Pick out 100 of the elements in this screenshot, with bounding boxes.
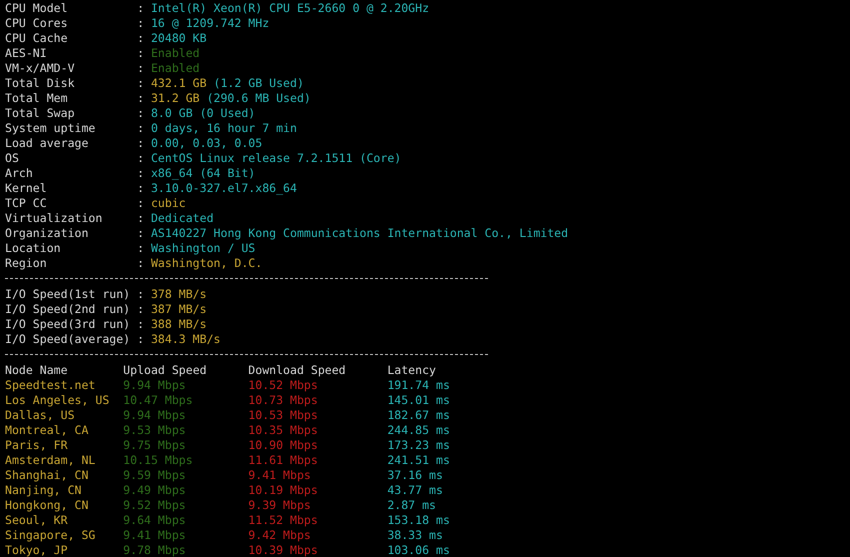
info-label: Location xyxy=(5,241,62,256)
io-value: 378 MB/s xyxy=(150,287,207,302)
info-value: Intel(R) Xeon(R) CPU E5-2660 0 @ 2.20GHz xyxy=(150,1,430,16)
colon: : xyxy=(137,302,146,317)
colon: : xyxy=(137,151,146,166)
info-label: TCP CC xyxy=(5,196,48,211)
table-cell-text: Paris, FR xyxy=(5,438,69,453)
info-label: Virtualization xyxy=(5,211,104,226)
table-cell-text: 10.35 Mbps xyxy=(248,423,319,438)
io-label: I/O Speed(average) xyxy=(5,332,132,347)
table-cell: 173.23 ms xyxy=(387,438,450,453)
colon: : xyxy=(137,287,146,302)
io-value: 388 MB/s xyxy=(150,317,207,332)
table-cell: 145.01 ms xyxy=(387,393,450,408)
table-cell-text: 9.41 Mbps xyxy=(248,468,312,483)
table-cell-text: 9.78 Mbps xyxy=(123,543,187,557)
colon: : xyxy=(137,1,146,16)
colon: : xyxy=(137,91,146,106)
table-cell: 37.16 ms xyxy=(387,468,443,483)
info-value: CentOS Linux release 7.2.1511 (Core) xyxy=(150,151,402,166)
info-value: 31.2 GB xyxy=(150,91,200,106)
table-cell-text: 9.41 Mbps xyxy=(123,528,187,543)
table-cell-text: 10.47 Mbps xyxy=(123,393,194,408)
io-value: 387 MB/s xyxy=(150,302,207,317)
table-cell: 43.77 ms xyxy=(387,483,443,498)
table-cell-text: 11.52 Mbps xyxy=(248,513,319,528)
io-value: 384.3 MB/s xyxy=(150,332,220,347)
table-cell-text: 10.73 Mbps xyxy=(248,393,319,408)
table-cell-text: Singapore, SG xyxy=(5,528,96,543)
info-value: AS140227 Hong Kong Communications International Co., Limited xyxy=(150,226,568,241)
info-value: (290.6 MB Used) xyxy=(206,91,311,106)
colon: : xyxy=(137,332,146,347)
colon: : xyxy=(137,16,146,31)
table-cell: 153.18 ms xyxy=(387,513,450,528)
info-label: Total Mem xyxy=(5,91,69,106)
io-label: I/O Speed(1st run) xyxy=(5,287,132,302)
info-value: 16 @ 1209.742 MHz xyxy=(150,16,270,31)
info-label: Kernel xyxy=(5,181,48,196)
info-value: x86_64 (64 Bit) xyxy=(150,166,256,181)
info-label: CPU Cores xyxy=(5,16,69,31)
info-label: Region xyxy=(5,256,48,271)
info-label: Total Swap xyxy=(5,106,76,121)
table-cell: 2.87 ms xyxy=(387,498,436,513)
info-label: VM-x/AMD-V xyxy=(5,61,76,76)
table-cell-text: 9.94 Mbps xyxy=(123,378,187,393)
table-cell-text: Seoul, KR xyxy=(5,513,69,528)
info-label: Total Disk xyxy=(5,76,76,91)
table-cell-text: 9.94 Mbps xyxy=(123,408,187,423)
colon: : xyxy=(137,256,146,271)
info-value: 3.10.0-327.el7.x86_64 xyxy=(150,181,297,196)
colon: : xyxy=(137,121,146,136)
info-value: Enabled xyxy=(150,61,200,76)
table-cell: 182.67 ms xyxy=(387,408,450,423)
column-header: Node Name xyxy=(5,363,69,378)
table-cell-text: 10.52 Mbps xyxy=(248,378,319,393)
table-cell-text: 9.75 Mbps xyxy=(123,438,187,453)
colon: : xyxy=(137,106,146,121)
table-cell-text: 11.61 Mbps xyxy=(248,453,319,468)
table-cell-text: 10.15 Mbps xyxy=(123,453,194,468)
column-header: Download Speed xyxy=(248,363,347,378)
info-value: (1.2 GB Used) xyxy=(214,76,304,91)
info-value: 0 days, 16 hour 7 min xyxy=(150,121,297,136)
colon: : xyxy=(137,241,146,256)
table-cell-text: Montreal, CA xyxy=(5,423,90,438)
table-cell-text: Dallas, US xyxy=(5,408,76,423)
colon: : xyxy=(137,166,146,181)
info-value: cubic xyxy=(150,196,186,211)
info-label: Organization xyxy=(5,226,90,241)
table-cell-text: Hongkong, CN xyxy=(5,498,90,513)
info-label: System uptime xyxy=(5,121,96,136)
info-label: OS xyxy=(5,151,20,166)
info-label: AES-NI xyxy=(5,46,48,61)
colon: : xyxy=(137,181,146,196)
table-cell-text: 9.42 Mbps xyxy=(248,528,312,543)
colon: : xyxy=(137,61,146,76)
table-cell: 191.74 ms xyxy=(387,378,450,393)
table-cell-text: Los Angeles, US xyxy=(5,393,110,408)
info-value: Dedicated xyxy=(150,211,214,226)
colon: : xyxy=(137,196,146,211)
colon: : xyxy=(137,31,146,46)
colon: : xyxy=(137,136,146,151)
info-label: CPU Cache xyxy=(5,31,69,46)
table-cell-text: 10.39 Mbps xyxy=(248,543,319,557)
info-value: 8.0 GB (0 Used) xyxy=(150,106,256,121)
column-header: Latency xyxy=(387,363,436,378)
table-cell: 38.33 ms xyxy=(387,528,443,543)
info-label: Load average xyxy=(5,136,90,151)
info-value: Washington / US xyxy=(150,241,256,256)
info-value: 0.00, 0.03, 0.05 xyxy=(150,136,262,151)
table-cell-text: 10.19 Mbps xyxy=(248,483,319,498)
info-label: Arch xyxy=(5,166,34,181)
colon: : xyxy=(137,76,146,91)
table-cell-text: Speedtest.net xyxy=(5,378,96,393)
io-label: I/O Speed(2nd run) xyxy=(5,302,132,317)
table-cell-text: Amsterdam, NL xyxy=(5,453,96,468)
colon: : xyxy=(137,211,146,226)
table-cell-text: 9.39 Mbps xyxy=(248,498,312,513)
table-cell: 244.85 ms xyxy=(387,423,450,438)
table-cell-text: Shanghai, CN xyxy=(5,468,90,483)
info-value: 20480 KB xyxy=(150,31,207,46)
